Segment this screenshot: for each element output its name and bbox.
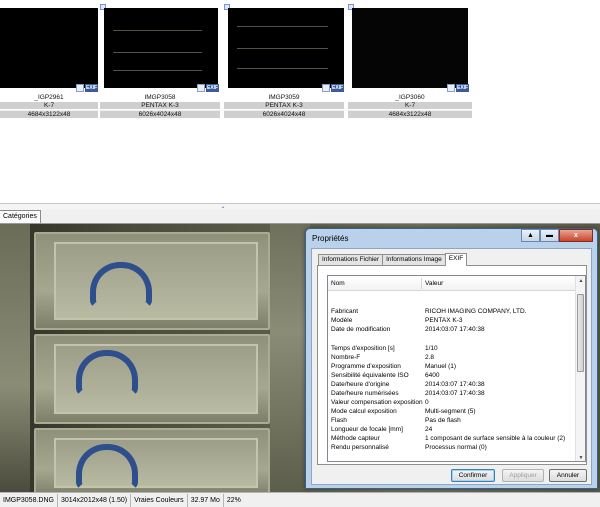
list-item[interactable]: Date/heure numérisées 2014:03:07 17:40:38 <box>328 389 576 398</box>
list-item[interactable]: Valeur compensation exposition 0 <box>328 398 576 407</box>
exif-tab-page: Nom Valeur Fabricant RICOH IMAGING COMPAN… <box>317 265 587 465</box>
exif-badge: EXIF <box>331 84 345 92</box>
list-item[interactable]: Fabricant RICOH IMAGING COMPANY, LTD. <box>328 307 576 316</box>
column-header-value[interactable]: Valeur <box>425 276 443 291</box>
list-item[interactable]: Mode calcul exposition Multi-segment (5) <box>328 407 576 416</box>
panel-splitter[interactable]: ⌄ <box>0 203 600 210</box>
status-file-size: 32.97 Mo <box>188 493 224 507</box>
close-button[interactable]: x <box>559 229 593 242</box>
thumbnail-camera: K-7 <box>348 102 472 109</box>
thumbnail-camera: K-7 <box>0 102 98 109</box>
photo-drawer-middle <box>34 334 270 424</box>
cancel-button[interactable]: Annuler <box>549 469 587 482</box>
photo-shelf-side <box>270 224 310 492</box>
xnview-window: EXIF _IGP2961 K-7 4684x3122x48 EXIF IMGP… <box>0 0 600 507</box>
dialog-footer: Confirmer Appliquer Annuler <box>312 467 593 485</box>
exif-badge: EXIF <box>85 84 99 92</box>
list-item[interactable]: Flash Pas de flash <box>328 416 576 425</box>
thumbnail-badges: EXIF <box>197 84 220 93</box>
scroll-thumb[interactable] <box>577 294 584 372</box>
caption-buttons: ▲ ▬ x <box>521 229 593 242</box>
thumbnail-filename: _IGP3060 <box>348 94 472 101</box>
thumbnail-camera: PENTAX K-3 <box>100 102 220 109</box>
document-icon <box>76 84 84 92</box>
thumbnail-image <box>352 8 468 88</box>
apply-button[interactable]: Appliquer <box>502 469 544 482</box>
exif-badge: EXIF <box>206 84 220 92</box>
thumbnail-dimensions: 6026x4024x48 <box>224 110 344 118</box>
thumbnail-dimensions: 6026x4024x48 <box>100 110 220 118</box>
properties-dialog: Propriétés ▲ ▬ x Informations Fichier In… <box>305 228 598 489</box>
document-icon <box>447 84 455 92</box>
status-zoom: 22% <box>226 496 241 504</box>
scroll-up-icon[interactable]: ▲ <box>577 277 585 285</box>
list-item[interactable]: Programme d'exposition Manuel (1) <box>328 362 576 371</box>
document-icon <box>322 84 330 92</box>
photo-wall <box>0 224 30 492</box>
exif-list[interactable]: Nom Valeur Fabricant RICOH IMAGING COMPAN… <box>327 275 586 462</box>
thumbnail-badges: EXIF <box>447 84 470 93</box>
list-scrollbar[interactable]: ▲ ▼ <box>575 276 585 461</box>
status-dimensions: 3014x2012x48 (1.50) <box>58 493 132 507</box>
list-item[interactable]: Nombre-F 2.8 <box>328 353 576 362</box>
exif-badge: EXIF <box>456 84 470 92</box>
tab-file-info[interactable]: Informations Fichier <box>318 254 384 265</box>
thumbnail-camera: PENTAX K-3 <box>224 102 344 109</box>
list-item[interactable]: Date de modification 2014:03:07 17:40:38 <box>328 325 576 334</box>
viewer-tabstrip: Catégories <box>0 210 600 223</box>
photo-drawer-top <box>34 232 270 330</box>
list-item[interactable]: Date/heure d'origine 2014:03:07 17:40:38 <box>328 380 576 389</box>
tab-image-info[interactable]: Informations Image <box>382 254 446 265</box>
photo-drawer-bottom <box>34 428 270 492</box>
dialog-tabs: Informations Fichier Informations Image … <box>318 252 468 266</box>
scroll-down-icon[interactable]: ▼ <box>577 454 585 461</box>
list-item[interactable]: Sensibilité équivalente ISO 6400 <box>328 371 576 380</box>
minimize-button[interactable]: ▲ <box>521 229 540 242</box>
dialog-body: Informations Fichier Informations Image … <box>311 248 592 485</box>
thumbnail-image <box>228 8 344 88</box>
thumbnail-image <box>104 8 218 88</box>
document-icon <box>197 84 205 92</box>
thumbnail-filename: IMGP3058 <box>100 94 220 101</box>
thumbnail-filename: _IGP2961 <box>0 94 98 101</box>
list-item[interactable]: Longueur de focale [mm] 24 <box>328 425 576 434</box>
column-header-name[interactable]: Nom <box>331 276 345 291</box>
thumbnail-dimensions: 4684x3122x48 <box>348 110 472 118</box>
status-filename: IMGP3058.DNG <box>0 493 58 507</box>
tab-exif[interactable]: EXIF <box>444 253 468 266</box>
maximize-button[interactable]: ▬ <box>540 229 559 242</box>
list-header: Nom Valeur <box>328 276 576 291</box>
list-item[interactable]: Rendu personnalisé Processus normal (0) <box>328 443 576 452</box>
thumbnail-filename: IMGP3059 <box>224 94 344 101</box>
status-bar: IMGP3058.DNG 3014x2012x48 (1.50) Vraies … <box>0 492 600 507</box>
dialog-title: Propriétés <box>312 234 349 243</box>
thumbnail-badges: EXIF <box>76 84 99 93</box>
confirm-button[interactable]: Confirmer <box>451 469 495 482</box>
thumbnail-badges: EXIF <box>322 84 345 93</box>
thumbnail-image <box>0 8 98 88</box>
list-item[interactable]: Modèle PENTAX K-3 <box>328 316 576 325</box>
list-item[interactable]: Temps d'exposition [s] 1/10 <box>328 344 576 353</box>
tab-categories[interactable]: Catégories <box>0 210 41 223</box>
status-color-mode: Vraies Couleurs <box>131 493 188 507</box>
thumbnail-dimensions: 4684x3122x48 <box>0 110 98 118</box>
list-item[interactable]: Méthode capteur 1 composant de surface se… <box>328 434 576 443</box>
